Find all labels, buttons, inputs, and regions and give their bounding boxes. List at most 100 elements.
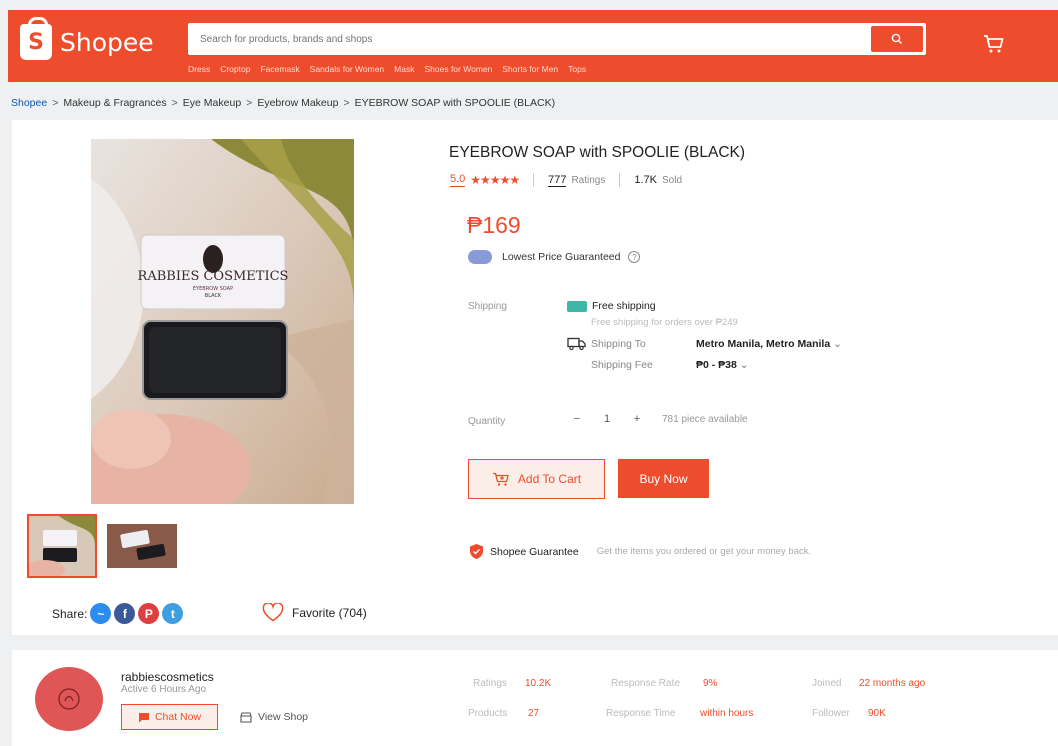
products-stat-label: Products [468, 708, 508, 719]
shopee-bag-icon: S [20, 17, 52, 60]
shipping-to-dropdown[interactable]: Metro Manila, Metro Manila ⌄ [696, 338, 842, 350]
chevron-down-icon: ⌄ [739, 359, 749, 371]
shop-logo-icon [58, 688, 80, 710]
free-shipping: Free shipping [567, 300, 656, 312]
divider [533, 173, 535, 187]
ratings-stat-label: Ratings [473, 678, 507, 689]
share-row: Share: ~ f P t [52, 603, 184, 624]
rating-row: 5.0 ★★★★★ 777 Ratings 1.7K Sold [450, 173, 682, 187]
favorite-button[interactable]: Favorite (704) [262, 603, 367, 622]
breadcrumb-separator: > [343, 97, 350, 109]
response-time-label: Response Time [606, 708, 676, 719]
divider [619, 173, 621, 187]
hotword-link[interactable]: Sandals for Women [310, 64, 385, 74]
breadcrumb-current: EYEBROW SOAP with SPOOLIE (BLACK) [354, 97, 556, 109]
shipping-fee-dropdown[interactable]: ₱0 - ₱38 ⌄ [696, 359, 749, 371]
thumbnail-image [29, 516, 95, 576]
shipping-fee-value: ₱0 - ₱38 [696, 359, 737, 371]
breadcrumb: Shopee > Makeup & Fragrances > Eye Makeup >… [11, 97, 555, 109]
search-bar [188, 23, 926, 55]
add-to-cart-label: Add To Cart [517, 472, 582, 486]
view-shop-label: View Shop [258, 711, 309, 723]
pinterest-icon[interactable]: P [138, 603, 160, 624]
follower-value: 90K [868, 708, 886, 719]
products-stat-value[interactable]: 27 [528, 708, 539, 719]
joined-label: Joined [812, 678, 842, 689]
twitter-icon[interactable]: t [162, 603, 184, 624]
hotword-link[interactable]: Tops [568, 64, 586, 74]
store-icon [240, 711, 252, 723]
image-brand-text: RABBIES COSMETICS [138, 269, 289, 284]
search-icon [891, 33, 902, 44]
quantity-label: Quantity [468, 416, 506, 427]
product-photo: RABBIES COSMETICS EYEBROW SOAP BLACK [91, 139, 354, 504]
shipping-to-label: Shipping To [591, 338, 646, 350]
help-icon[interactable]: ? [628, 251, 641, 263]
breadcrumb-separator: > [171, 97, 178, 109]
add-to-cart-button[interactable]: Add To Cart [468, 459, 605, 499]
quantity-stepper: − 1 + 781 piece available [562, 413, 748, 425]
breadcrumb-shopee[interactable]: Shopee [11, 97, 47, 109]
shop-active-status: Active 6 Hours Ago [121, 684, 207, 695]
shield-icon [470, 544, 483, 559]
search-button[interactable] [871, 26, 923, 52]
lowest-price-guarantee: Lowest Price Guaranteed ? [468, 250, 641, 264]
shop-name[interactable]: rabbiescosmetics [121, 670, 214, 684]
cart-button[interactable] [983, 34, 1005, 59]
chat-icon [138, 712, 149, 722]
logo-text: Shopee [60, 27, 154, 57]
free-shipping-subtext: Free shipping for orders over ₱249 [591, 317, 738, 328]
hotword-link[interactable]: Mask [394, 64, 414, 74]
thumbnail-1[interactable] [27, 514, 97, 578]
product-price: ₱169 [467, 212, 521, 238]
breadcrumb-eye-makeup[interactable]: Eye Makeup [183, 97, 241, 109]
guarantee-description: Get the items you ordered or get your mo… [596, 546, 812, 557]
shop-avatar[interactable] [35, 667, 103, 731]
cart-plus-icon [492, 472, 509, 486]
rating-count[interactable]: 777 [548, 174, 567, 187]
view-shop-button[interactable]: View Shop [240, 704, 308, 730]
decrease-button[interactable]: − [562, 413, 592, 425]
share-label: Share: [52, 606, 88, 621]
buy-now-button[interactable]: Buy Now [618, 459, 709, 498]
messenger-icon[interactable]: ~ [90, 603, 112, 624]
breadcrumb-eyebrow-makeup[interactable]: Eyebrow Makeup [257, 97, 338, 109]
increase-button[interactable]: + [622, 413, 652, 425]
top-header: S Shopee Dress Croptop Facemask Sandals … [8, 10, 1058, 82]
product-main-image[interactable]: RABBIES COSMETICS EYEBROW SOAP BLACK [91, 139, 354, 504]
hotword-link[interactable]: Shoes for Women [424, 64, 492, 74]
shopee-logo[interactable]: S Shopee [20, 17, 154, 60]
sold-count: 1.7K [634, 174, 657, 186]
guarantee-title: Shopee Guarantee [490, 545, 579, 558]
breadcrumb-separator: > [246, 97, 253, 109]
chat-now-button[interactable]: Chat Now [121, 704, 218, 730]
quantity-value[interactable]: 1 [592, 413, 622, 425]
response-rate-value: 9% [703, 678, 718, 689]
breadcrumb-makeup[interactable]: Makeup & Fragrances [63, 97, 166, 109]
follower-label: Follower [812, 708, 850, 719]
response-time-value: within hours [700, 708, 754, 719]
rating-label: Ratings [571, 174, 606, 186]
image-sub-text: EYEBROW SOAP [193, 286, 233, 292]
favorite-label: Favorite (704) [292, 605, 367, 620]
stock-available: 781 piece available [662, 413, 748, 425]
search-input[interactable] [188, 23, 868, 55]
ratings-stat-value: 10.2K [525, 678, 552, 689]
rating-score[interactable]: 5.0 [450, 173, 466, 187]
shop-section [12, 650, 1058, 746]
facebook-icon[interactable]: f [114, 603, 136, 624]
shipping-fee-label: Shipping Fee [591, 359, 653, 371]
hotword-link[interactable]: Dress [188, 64, 210, 74]
hotword-link[interactable]: Facemask [260, 64, 299, 74]
shopee-guarantee: Shopee Guarantee Get the items you order… [468, 543, 811, 560]
hotword-link[interactable]: Croptop [220, 64, 250, 74]
image-sub-text-2: BLACK [205, 293, 222, 299]
lowest-price-text: Lowest Price Guaranteed [502, 251, 621, 263]
shipping-label: Shipping [468, 301, 507, 312]
chat-now-label: Chat Now [154, 711, 202, 723]
response-rate-label: Response Rate [611, 678, 680, 689]
free-shipping-title: Free shipping [592, 300, 656, 312]
thumbnail-2[interactable] [107, 524, 177, 568]
thumbnail-image [107, 524, 177, 568]
hotword-link[interactable]: Shorts for Men [502, 64, 558, 74]
